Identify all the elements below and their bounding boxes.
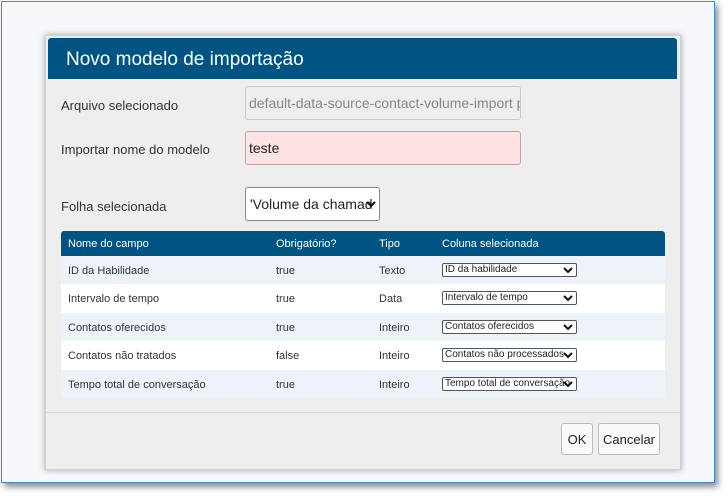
template-name-input[interactable]: teste: [245, 131, 521, 165]
type-cell: Inteiro: [379, 321, 410, 334]
required-cell: true: [276, 293, 295, 306]
field-name-cell: ID da Habilidade: [68, 265, 150, 277]
type-cell: Inteiro: [379, 350, 410, 363]
header-type: Tipo: [379, 238, 400, 250]
field-mapping-table: Nome do campo Obrigatório? Tipo Coluna s…: [61, 231, 665, 398]
chevron-down-icon: [563, 352, 573, 359]
table-row: Contatos não tratados false Inteiro Cont…: [61, 341, 665, 370]
footer-divider: [46, 412, 680, 413]
table-header: Nome do campo Obrigatório? Tipo Coluna s…: [61, 231, 665, 256]
column-select-value: Tempo total de conversação: [445, 377, 571, 389]
column-select[interactable]: Tempo total de conversação: [442, 376, 577, 391]
column-select[interactable]: Intervalo de tempo: [442, 291, 577, 306]
file-field: default-data-source-contact-volume-impor…: [245, 86, 521, 120]
column-select[interactable]: ID da habilidade: [442, 263, 577, 277]
required-cell: true: [276, 265, 295, 277]
column-select[interactable]: Contatos não processados: [442, 348, 577, 363]
chevron-down-icon: [563, 324, 573, 331]
chevron-down-icon: [563, 267, 573, 274]
type-cell: Texto: [379, 265, 406, 277]
chevron-down-icon: [366, 201, 376, 208]
required-cell: false: [276, 350, 300, 363]
table-row: Tempo total de conversação true Inteiro …: [61, 369, 665, 398]
window-frame: Novo modelo de importação Arquivo seleci…: [1, 1, 715, 483]
column-select-value: Contatos oferecidos: [445, 320, 534, 332]
column-select-value: ID da habilidade: [445, 264, 518, 275]
field-name-cell: Contatos não tratados: [68, 350, 177, 363]
import-template-dialog: Novo modelo de importação Arquivo seleci…: [45, 35, 681, 470]
table-row: ID da Habilidade true Texto ID da habili…: [61, 256, 665, 285]
table-row: Contatos oferecidos true Inteiro Contato…: [61, 312, 665, 342]
column-select-value: Contatos não processados: [445, 349, 564, 361]
required-cell: true: [276, 321, 295, 334]
dialog-title: Novo modelo de importação: [66, 49, 304, 70]
type-cell: Inteiro: [379, 378, 410, 391]
cancel-button[interactable]: Cancelar: [598, 423, 660, 455]
type-cell: Data: [379, 293, 403, 306]
sheet-label: Folha selecionada: [61, 199, 167, 214]
file-label: Arquivo selecionado: [61, 98, 179, 113]
dialog-titlebar: Novo modelo de importação: [48, 38, 677, 79]
header-field-name: Nome do campo: [68, 238, 149, 250]
field-name-cell: Intervalo de tempo: [68, 293, 160, 306]
required-cell: true: [276, 378, 295, 391]
sheet-select[interactable]: 'Volume da chamad: [245, 187, 380, 221]
template-name-value: teste: [249, 140, 280, 156]
sheet-select-value: 'Volume da chamad: [250, 196, 373, 212]
ok-button[interactable]: OK: [561, 423, 593, 455]
column-select-value: Intervalo de tempo: [445, 292, 528, 304]
column-select[interactable]: Contatos oferecidos: [442, 319, 577, 334]
field-name-cell: Contatos oferecidos: [68, 321, 166, 334]
chevron-down-icon: [563, 295, 573, 302]
header-required: Obrigatório?: [276, 238, 337, 250]
file-value: default-data-source-contact-volume-impor…: [249, 95, 521, 111]
header-selected-column: Coluna selecionada: [442, 238, 539, 250]
table-row: Intervalo de tempo true Data Intervalo d…: [61, 284, 665, 313]
chevron-down-icon: [563, 380, 573, 387]
template-name-label: Importar nome do modelo: [61, 142, 210, 157]
field-name-cell: Tempo total de conversação: [68, 378, 206, 391]
